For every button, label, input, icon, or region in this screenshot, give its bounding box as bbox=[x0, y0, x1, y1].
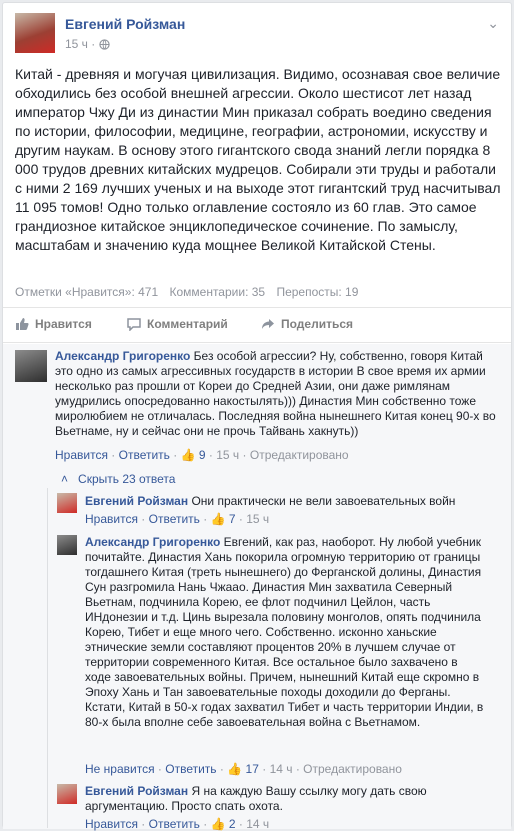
reply-text: Евгений, как раз, наоборот. Ну любой уче… bbox=[85, 535, 484, 729]
reply-avatar[interactable] bbox=[57, 784, 77, 804]
chevron-down-icon[interactable]: ⌄ bbox=[487, 15, 499, 32]
reply-time[interactable]: 14 ч bbox=[270, 762, 293, 776]
globe-icon bbox=[98, 39, 110, 51]
like-count-icon: 👍 bbox=[227, 762, 243, 776]
reply-author[interactable]: Александр Григоренко bbox=[85, 535, 220, 549]
shares-count[interactable]: Перепосты: 19 bbox=[276, 285, 358, 299]
comment-author[interactable]: Александр Григоренко bbox=[55, 349, 190, 363]
share-label: Поделиться bbox=[281, 317, 354, 331]
post-author[interactable]: Евгений Ройзман bbox=[65, 16, 185, 32]
comment-meta: Нравится · Ответить · 👍 9 · 15 ч · Отред… bbox=[55, 448, 349, 462]
like-count-icon: 👍 bbox=[210, 512, 226, 526]
reply-status: Отредактировано bbox=[303, 762, 402, 776]
reply-like-count[interactable]: 7 bbox=[229, 512, 236, 526]
comment-time[interactable]: 15 ч bbox=[216, 448, 239, 462]
author-avatar[interactable] bbox=[15, 13, 55, 53]
share-button[interactable]: Поделиться bbox=[261, 317, 353, 331]
reply-body: Евгений Ройзман Я на каждую Вашу ссылку … bbox=[85, 784, 445, 814]
like-button[interactable]: Нравится bbox=[15, 317, 92, 331]
share-icon bbox=[262, 319, 274, 329]
reply-like-link[interactable]: Нравится bbox=[85, 512, 138, 526]
post-text: Китай - древняя и могучая цивилизация. В… bbox=[15, 66, 501, 253]
reply-meta: Нравится · Ответить · 👍 2 · 14 ч bbox=[85, 817, 270, 831]
post-header: Евгений Ройзман 15 ч · ⌄ bbox=[15, 13, 501, 59]
post-stats: Отметки «Нравится»: 471 Комментарии: 35 … bbox=[15, 285, 366, 299]
like-label: Нравится bbox=[35, 317, 92, 331]
reply-like-count[interactable]: 17 bbox=[246, 762, 259, 776]
post-time[interactable]: 15 ч bbox=[65, 37, 88, 51]
hide-replies-label: Скрыть 23 ответа bbox=[78, 472, 176, 486]
reply-author[interactable]: Евгений Ройзман bbox=[85, 494, 188, 508]
reply-body: Александр Григоренко Евгений, как раз, н… bbox=[85, 535, 485, 730]
reply-avatar[interactable] bbox=[57, 535, 77, 555]
replies-divider bbox=[47, 488, 48, 828]
comment-status: Отредактировано bbox=[249, 448, 349, 462]
comments-count[interactable]: Комментарии: 35 bbox=[169, 285, 265, 299]
post-card: Евгений Ройзман 15 ч · ⌄ Китай - древняя… bbox=[2, 2, 512, 831]
comment-button[interactable]: Комментарий bbox=[127, 317, 228, 331]
like-count-icon: 👍 bbox=[180, 448, 196, 462]
reply-meta: Нравится · Ответить · 👍 7 · 15 ч bbox=[85, 512, 270, 526]
reply-time[interactable]: 15 ч bbox=[246, 512, 269, 526]
collapse-chevron-icon: ˄ bbox=[61, 472, 69, 486]
reply-time[interactable]: 14 ч bbox=[246, 817, 269, 831]
like-count-icon: 👍 bbox=[210, 817, 226, 831]
comment-like-link[interactable]: Нравится bbox=[55, 448, 108, 462]
reply-like-link[interactable]: Не нравится bbox=[85, 762, 155, 776]
hide-replies-link[interactable]: ˄ Скрыть 23 ответа bbox=[61, 472, 175, 486]
reply-reply-link[interactable]: Ответить bbox=[149, 512, 200, 526]
reply-avatar[interactable] bbox=[57, 493, 77, 513]
reply-reply-link[interactable]: Ответить bbox=[165, 762, 216, 776]
reply-body: Евгений Ройзман Они практически не вели … bbox=[85, 494, 503, 509]
comment-label: Комментарий bbox=[147, 317, 228, 331]
reply-like-count[interactable]: 2 bbox=[229, 817, 236, 831]
reply-meta: Не нравится · Ответить · 👍 17 · 14 ч · О… bbox=[85, 762, 402, 776]
comments-section: Александр Григоренко Без особой агрессии… bbox=[3, 344, 511, 831]
reply-author[interactable]: Евгений Ройзман bbox=[85, 784, 188, 798]
post-meta: 15 ч · bbox=[65, 37, 110, 51]
comment-body: Александр Григоренко Без особой агрессии… bbox=[55, 349, 501, 439]
comment-reply-link[interactable]: Ответить bbox=[119, 448, 170, 462]
comment-like-count[interactable]: 9 bbox=[199, 448, 206, 462]
comment-icon bbox=[127, 318, 141, 331]
commenter-avatar[interactable] bbox=[15, 350, 47, 382]
post-actions: Нравится Комментарий Поделиться bbox=[3, 307, 511, 343]
reply-reply-link[interactable]: Ответить bbox=[149, 817, 200, 831]
likes-count[interactable]: Отметки «Нравится»: 471 bbox=[15, 285, 158, 299]
reply-text: Они практически не вели завоевательных в… bbox=[191, 494, 456, 508]
thumbs-up-icon bbox=[16, 318, 29, 330]
reply-like-link[interactable]: Нравится bbox=[85, 817, 138, 831]
